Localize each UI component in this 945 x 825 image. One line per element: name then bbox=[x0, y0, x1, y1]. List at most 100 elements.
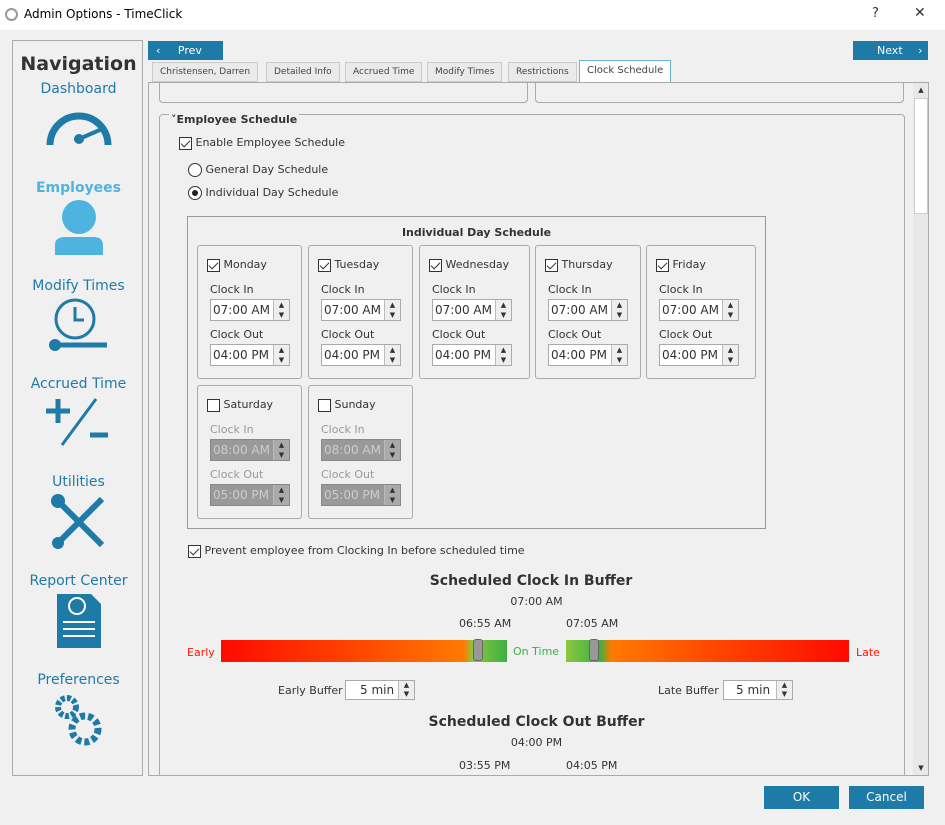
help-button[interactable]: ? bbox=[872, 6, 879, 21]
spinner-arrows-icon[interactable]: ▲ ▼ bbox=[273, 485, 289, 505]
checkbox[interactable] bbox=[545, 258, 558, 272]
spinner-arrows-icon[interactable]: ▲ ▼ bbox=[384, 345, 400, 365]
clock-in-time-input[interactable]: 08:00 AM ▲ ▼ bbox=[210, 439, 290, 461]
spinner-arrows-icon[interactable]: ▲ ▼ bbox=[384, 440, 400, 460]
spinner-arrows-icon[interactable]: ▲ ▼ bbox=[384, 485, 400, 505]
time-value: 04:00 PM bbox=[213, 348, 269, 362]
spinner-arrows-icon[interactable]: ▲ ▼ bbox=[384, 300, 400, 320]
clock-in-label: Clock In bbox=[321, 283, 365, 296]
clock-in-time-input[interactable]: 07:00 AM ▲ ▼ bbox=[548, 299, 628, 321]
nav-label: Dashboard bbox=[40, 81, 117, 97]
day-card-sunday: Sunday Clock In 08:00 AM ▲ ▼ Clock Out 05:… bbox=[308, 385, 413, 519]
prevent-early-clockin-checkbox[interactable]: Prevent employee from Clocking In before… bbox=[188, 544, 525, 558]
spinner-arrows-icon[interactable]: ▲ ▼ bbox=[495, 300, 511, 320]
day-checkbox[interactable]: Wednesday bbox=[429, 258, 509, 272]
day-name: Saturday bbox=[223, 398, 274, 411]
spinner-value: 5 min bbox=[736, 683, 771, 697]
checkbox[interactable] bbox=[207, 398, 220, 412]
spinner-arrows-icon[interactable]: ▲ ▼ bbox=[722, 345, 738, 365]
day-checkbox[interactable]: Thursday bbox=[545, 258, 613, 272]
scroll-up-icon[interactable]: ▲ bbox=[913, 83, 928, 97]
spinner-arrows-icon[interactable]: ▲ ▼ bbox=[611, 345, 627, 365]
clock-in-time-input[interactable]: 07:00 AM ▲ ▼ bbox=[210, 299, 290, 321]
chevron-right-icon: › bbox=[918, 44, 923, 57]
spinner-arrows-icon[interactable]: ▲ ▼ bbox=[273, 345, 289, 365]
clock-in-time-input[interactable]: 08:00 AM ▲ ▼ bbox=[321, 439, 401, 461]
spinner-arrows-icon[interactable]: ▲ ▼ bbox=[611, 300, 627, 320]
late-slider-handle[interactable] bbox=[589, 639, 599, 661]
close-button[interactable]: ✕ bbox=[914, 5, 926, 21]
clock-in-buffer-title: Scheduled Clock In Buffer bbox=[429, 573, 633, 589]
spinner-arrows-icon[interactable]: ▲ ▼ bbox=[273, 300, 289, 320]
nav-item-modify-times[interactable]: Modify Times bbox=[13, 278, 144, 357]
nav-item-dashboard[interactable]: Dashboard bbox=[13, 81, 144, 155]
nav-item-utilities[interactable]: Utilities bbox=[13, 474, 144, 553]
clock-out-time-input[interactable]: 04:00 PM ▲ ▼ bbox=[548, 344, 628, 366]
nav-item-preferences[interactable]: Preferences bbox=[13, 672, 144, 753]
clock-in-label: Clock In bbox=[659, 283, 703, 296]
day-checkbox[interactable]: Tuesday bbox=[318, 258, 379, 272]
day-checkbox[interactable]: Monday bbox=[207, 258, 267, 272]
day-checkbox[interactable]: Saturday bbox=[207, 398, 273, 412]
clock-out-time-input[interactable]: 05:00 PM ▲ ▼ bbox=[210, 484, 290, 506]
checkbox[interactable] bbox=[429, 258, 442, 272]
scrollbar[interactable]: ▲ ▼ bbox=[913, 83, 928, 775]
spinner-arrows-icon[interactable]: ▲ ▼ bbox=[398, 681, 414, 699]
late-slider-track[interactable] bbox=[566, 639, 849, 662]
radio[interactable] bbox=[188, 163, 202, 177]
clock-out-time-input[interactable]: 04:00 PM ▲ ▼ bbox=[659, 344, 739, 366]
tab-modify-times[interactable]: Modify Times bbox=[427, 62, 503, 82]
time-value: 07:00 AM bbox=[213, 303, 270, 317]
checkbox[interactable] bbox=[188, 544, 201, 558]
early-buffer-spinner[interactable]: 5 min ▲ ▼ bbox=[345, 680, 415, 700]
scroll-down-icon[interactable]: ▼ bbox=[913, 761, 928, 775]
early-slider-handle[interactable] bbox=[473, 639, 483, 661]
time-value: 05:00 PM bbox=[324, 488, 380, 502]
next-button[interactable]: Next › bbox=[853, 41, 928, 60]
checkbox[interactable] bbox=[207, 258, 220, 272]
tab-employee-name[interactable]: Christensen, Darren bbox=[152, 62, 259, 82]
general-day-radio[interactable]: General Day Schedule bbox=[188, 163, 328, 177]
clock-out-label: Clock Out bbox=[210, 328, 264, 341]
clock-in-time-input[interactable]: 07:00 AM ▲ ▼ bbox=[321, 299, 401, 321]
next-label: Next bbox=[877, 44, 903, 57]
time-value: 04:00 PM bbox=[435, 348, 491, 362]
enable-schedule-checkbox[interactable]: Enable Employee Schedule bbox=[179, 136, 345, 150]
clock-out-time-input[interactable]: 05:00 PM ▲ ▼ bbox=[321, 484, 401, 506]
spinner-arrows-icon[interactable]: ▲ ▼ bbox=[273, 440, 289, 460]
tab-clock-schedule[interactable]: Clock Schedule bbox=[579, 60, 672, 83]
spinner-arrows-icon[interactable]: ▲ ▼ bbox=[495, 345, 511, 365]
clock-in-time-input[interactable]: 07:00 AM ▲ ▼ bbox=[659, 299, 739, 321]
checkbox[interactable] bbox=[318, 258, 331, 272]
day-card-tuesday: Tuesday Clock In 07:00 AM ▲ ▼ Clock Out 04… bbox=[308, 245, 413, 379]
scroll-thumb[interactable] bbox=[914, 98, 928, 214]
clock-out-time-input[interactable]: 04:00 PM ▲ ▼ bbox=[432, 344, 512, 366]
clock-in-time-input[interactable]: 07:00 AM ▲ ▼ bbox=[432, 299, 512, 321]
day-checkbox[interactable]: Sunday bbox=[318, 398, 376, 412]
nav-item-accrued-time[interactable]: Accrued Time bbox=[13, 376, 144, 455]
radio[interactable] bbox=[188, 186, 202, 200]
tab-accrued-time[interactable]: Accrued Time bbox=[345, 62, 423, 82]
clock-out-time-input[interactable]: 04:00 PM ▲ ▼ bbox=[321, 344, 401, 366]
day-checkbox[interactable]: Friday bbox=[656, 258, 706, 272]
checkbox[interactable] bbox=[179, 136, 192, 150]
ok-button[interactable]: OK bbox=[764, 786, 839, 809]
tab-restrictions[interactable]: Restrictions bbox=[508, 62, 577, 82]
prev-button[interactable]: ‹ Prev bbox=[148, 41, 223, 60]
late-buffer-spinner[interactable]: 5 min ▲ ▼ bbox=[723, 680, 793, 700]
individual-day-radio[interactable]: Individual Day Schedule bbox=[188, 186, 338, 200]
prev-label: Prev bbox=[177, 44, 202, 57]
spinner-arrows-icon[interactable]: ▲ ▼ bbox=[776, 681, 792, 699]
nav-label: Accrued Time bbox=[30, 376, 127, 392]
tab-detailed-info[interactable]: Detailed Info bbox=[266, 62, 340, 82]
spinner-arrows-icon[interactable]: ▲ ▼ bbox=[722, 300, 738, 320]
section-toggle[interactable]: ˅Employee Schedule bbox=[169, 113, 300, 126]
clock-out-time-input[interactable]: 04:00 PM ▲ ▼ bbox=[210, 344, 290, 366]
nav-item-report-center[interactable]: Report Center bbox=[13, 573, 144, 654]
nav-item-employees[interactable]: Employees bbox=[13, 180, 144, 259]
checkbox[interactable] bbox=[656, 258, 669, 272]
early-slider-track[interactable] bbox=[221, 639, 507, 662]
nav-heading: Navigation bbox=[20, 53, 137, 75]
cancel-button[interactable]: Cancel bbox=[849, 786, 924, 809]
checkbox[interactable] bbox=[318, 398, 331, 412]
